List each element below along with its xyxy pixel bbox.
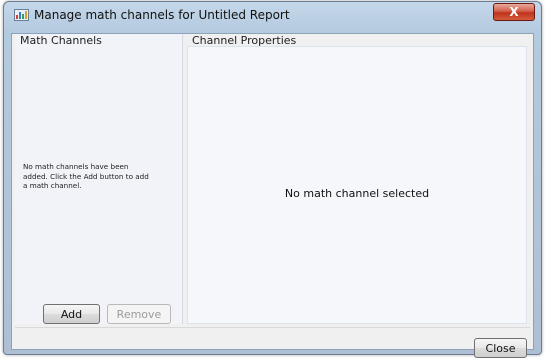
channel-properties-panel: No math channel selected bbox=[187, 46, 527, 324]
dialog-body: Math Channels No math channels have been… bbox=[11, 33, 534, 358]
close-icon: X bbox=[509, 5, 519, 19]
title-bar[interactable]: Manage math channels for Untitled Report… bbox=[4, 2, 541, 28]
math-channels-list[interactable]: Math Channels No math channels have been… bbox=[15, 34, 183, 324]
dialog-window: Manage math channels for Untitled Report… bbox=[3, 1, 542, 358]
remove-button[interactable]: Remove bbox=[107, 304, 171, 324]
app-icon bbox=[14, 9, 29, 21]
window-close-button[interactable]: X bbox=[493, 3, 535, 21]
footer-divider bbox=[15, 327, 530, 328]
no-selection-message: No math channel selected bbox=[284, 187, 430, 200]
close-button[interactable]: Close bbox=[474, 338, 527, 358]
math-channels-heading: Math Channels bbox=[20, 34, 102, 47]
add-button[interactable]: Add bbox=[43, 304, 100, 324]
window-title: Manage math channels for Untitled Report bbox=[34, 8, 290, 22]
no-channels-message: No math channels have been added. Click … bbox=[23, 162, 149, 190]
